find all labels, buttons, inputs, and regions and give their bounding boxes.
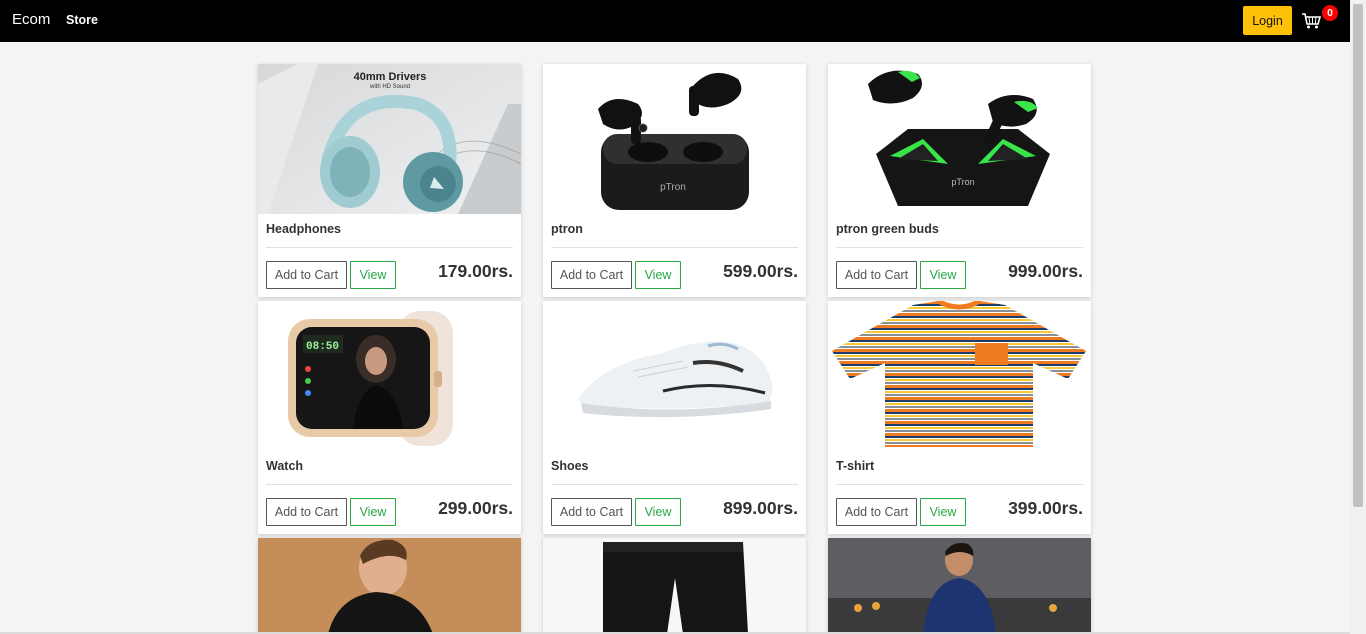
add-to-cart-button[interactable]: Add to Cart xyxy=(836,498,917,526)
headphones-image[interactable]: 40mm Drivers with HD Sound xyxy=(258,64,521,214)
kurta-model-image[interactable] xyxy=(828,538,1091,634)
card-divider xyxy=(836,484,1083,485)
brand-logo[interactable]: Ecom xyxy=(12,11,50,28)
product-price: 399.00rs. xyxy=(1008,498,1083,518)
product-name: ptron xyxy=(551,222,583,236)
smartwatch-image[interactable]: 08:50 xyxy=(258,301,521,451)
product-name: T-shirt xyxy=(836,459,875,473)
add-to-cart-button[interactable]: Add to Cart xyxy=(551,261,632,289)
svg-text:pTron: pTron xyxy=(951,177,974,187)
navbar: Ecom Store Login 0 xyxy=(0,0,1350,42)
black-shirt-model-image[interactable] xyxy=(258,538,521,634)
product-card xyxy=(258,538,521,634)
product-card xyxy=(543,538,806,634)
product-card: 08:50 Watch Add to Cart View 299.00rs. xyxy=(258,301,521,534)
product-card: pTron ptron Add to Cart View 599.00rs. xyxy=(543,64,806,297)
svg-text:40mm Drivers: 40mm Drivers xyxy=(354,71,427,83)
sneaker-image[interactable] xyxy=(543,301,806,451)
black-earbuds-image[interactable]: pTron xyxy=(543,64,806,214)
store-link[interactable]: Store xyxy=(66,13,98,27)
striped-tshirt-image[interactable] xyxy=(828,301,1091,451)
card-divider xyxy=(551,484,798,485)
view-button[interactable]: View xyxy=(350,498,396,526)
card-divider xyxy=(551,247,798,248)
view-button[interactable]: View xyxy=(635,498,681,526)
product-name: Shoes xyxy=(551,459,589,473)
add-to-cart-button[interactable]: Add to Cart xyxy=(836,261,917,289)
login-button[interactable]: Login xyxy=(1243,6,1292,35)
product-card: pTron ptron green buds Add to Cart View … xyxy=(828,64,1091,297)
green-earbuds-image[interactable]: pTron xyxy=(828,64,1091,214)
product-name: ptron green buds xyxy=(836,222,939,236)
product-card xyxy=(828,538,1091,634)
add-to-cart-button[interactable]: Add to Cart xyxy=(266,261,347,289)
product-price: 179.00rs. xyxy=(438,261,513,281)
product-name: Watch xyxy=(266,459,304,473)
product-card: 40mm Drivers with HD Sound Headphones Ad… xyxy=(258,64,521,297)
product-card: T-shirt Add to Cart View 399.00rs. xyxy=(828,301,1091,534)
card-divider xyxy=(266,247,513,248)
product-price: 599.00rs. xyxy=(723,261,798,281)
black-jeans-image[interactable] xyxy=(543,538,806,634)
cart-count-badge: 0 xyxy=(1322,5,1338,21)
view-button[interactable]: View xyxy=(635,261,681,289)
view-button[interactable]: View xyxy=(350,261,396,289)
svg-text:with HD Sound: with HD Sound xyxy=(369,84,410,90)
cart-button[interactable]: 0 xyxy=(1302,5,1338,34)
view-button[interactable]: View xyxy=(920,261,966,289)
cart-icon xyxy=(1302,13,1322,29)
svg-text:pTron: pTron xyxy=(660,182,686,193)
product-card: Shoes Add to Cart View 899.00rs. xyxy=(543,301,806,534)
scrollbar-thumb[interactable] xyxy=(1353,4,1363,507)
card-divider xyxy=(266,484,513,485)
product-price: 899.00rs. xyxy=(723,498,798,518)
product-price: 299.00rs. xyxy=(438,498,513,518)
product-price: 999.00rs. xyxy=(1008,261,1083,281)
view-button[interactable]: View xyxy=(920,498,966,526)
svg-text:08:50: 08:50 xyxy=(306,341,339,353)
add-to-cart-button[interactable]: Add to Cart xyxy=(266,498,347,526)
page-scrollbar[interactable] xyxy=(1350,0,1366,634)
add-to-cart-button[interactable]: Add to Cart xyxy=(551,498,632,526)
product-name: Headphones xyxy=(266,222,342,236)
card-divider xyxy=(836,247,1083,248)
